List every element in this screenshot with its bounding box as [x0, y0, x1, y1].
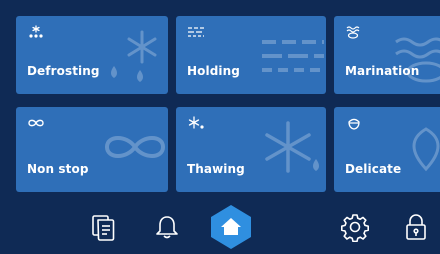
snowflake-drops-watermark-icon: [111, 30, 157, 82]
tile-label: Delicate: [345, 162, 402, 176]
defrost-icon: [29, 25, 43, 38]
tile-label: Thawing: [187, 162, 245, 176]
lines-watermark-icon: [262, 40, 324, 72]
infinity-watermark-icon: [104, 136, 166, 158]
bell-icon[interactable]: [152, 212, 182, 242]
tile-label: Marination: [345, 64, 420, 78]
waves-watermark-icon: [395, 37, 440, 83]
snowflake-watermark-icon: [265, 121, 319, 173]
tile-delicate[interactable]: Delicate: [334, 107, 440, 192]
documents-icon[interactable]: [89, 212, 119, 242]
tile-thawing[interactable]: Thawing: [176, 107, 326, 192]
holding-icon: [188, 27, 204, 37]
gear-icon[interactable]: [340, 212, 370, 242]
tile-defrosting[interactable]: Defrosting: [16, 16, 168, 94]
program-grid: Defrosting Holding Marination Non stop T…: [16, 16, 440, 196]
marination-icon: [346, 26, 360, 39]
thaw-icon: [188, 116, 204, 129]
tile-label: Non stop: [27, 162, 89, 176]
tile-holding[interactable]: Holding: [176, 16, 326, 94]
lock-icon[interactable]: [401, 212, 431, 242]
tile-marination[interactable]: Marination: [334, 16, 440, 94]
delicate-icon: [348, 118, 360, 130]
home-icon[interactable]: [207, 203, 255, 251]
infinity-icon: [28, 119, 44, 127]
tile-non-stop[interactable]: Non stop: [16, 107, 168, 192]
tile-label: Holding: [187, 64, 240, 78]
tile-label: Defrosting: [27, 64, 100, 78]
program-selection-screen: Defrosting Holding Marination Non stop T…: [0, 0, 440, 254]
bottom-navigation: [0, 200, 440, 254]
